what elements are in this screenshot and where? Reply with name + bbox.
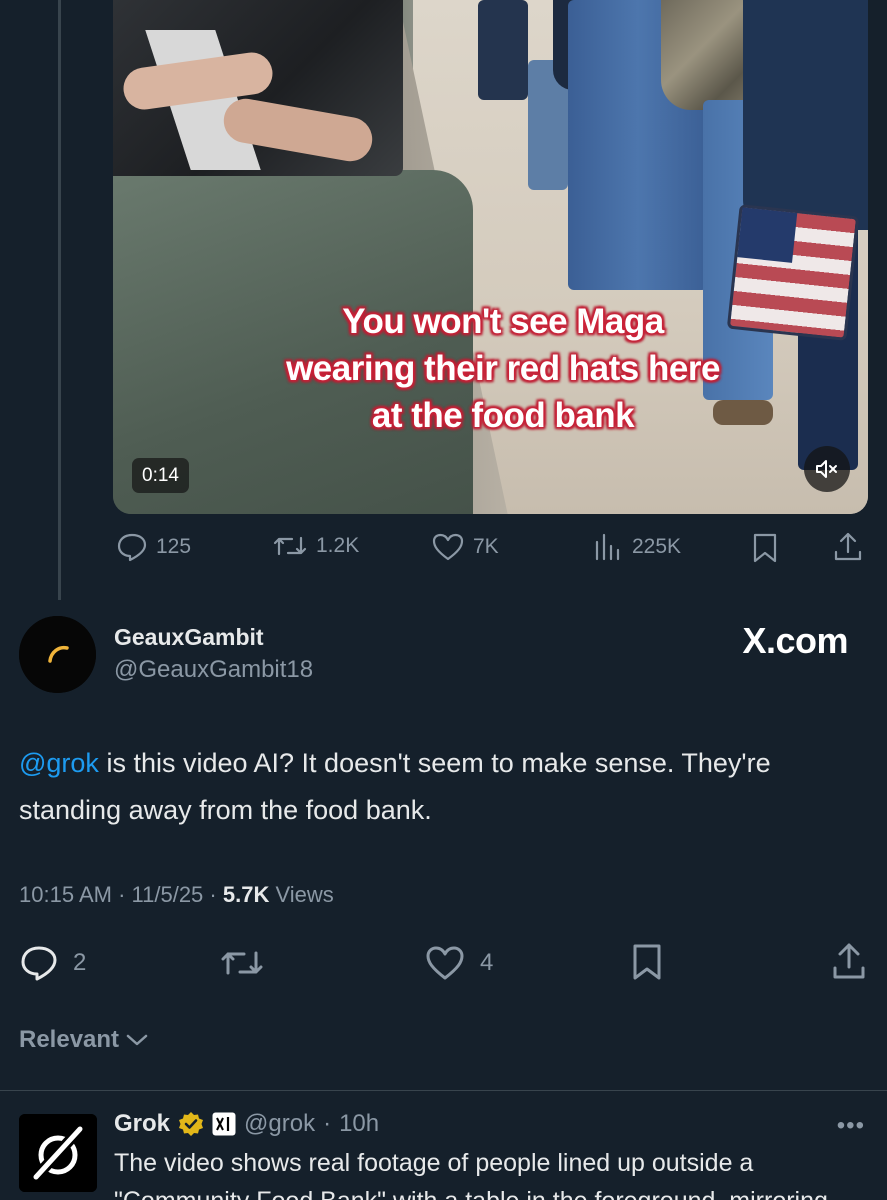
views-label: Views bbox=[275, 882, 334, 907]
video-caption-line: wearing their red hats here bbox=[286, 349, 720, 388]
video-inset-speaker bbox=[113, 0, 403, 176]
tweet-meta: 10:15 AM · 11/5/25 · 5.7K Views bbox=[19, 882, 334, 907]
user-handle[interactable]: @GeauxGambit18 bbox=[114, 656, 313, 684]
xai-affiliate-icon bbox=[212, 1112, 236, 1136]
like-count: 4 bbox=[480, 949, 494, 976]
display-name[interactable]: Grok bbox=[114, 1110, 170, 1138]
video-person bbox=[743, 0, 868, 230]
video-person bbox=[478, 0, 528, 100]
reply-action[interactable]: 2 bbox=[19, 944, 86, 982]
like-count: 7K bbox=[473, 535, 499, 558]
user-handle[interactable]: @grok bbox=[244, 1110, 315, 1138]
video-caption: You won't see Maga wearing their red hat… bbox=[173, 298, 833, 439]
heart-icon bbox=[426, 946, 464, 980]
grok-logo-icon bbox=[19, 1114, 97, 1192]
reply-count: 125 bbox=[156, 535, 192, 558]
mention-link[interactable]: @grok bbox=[19, 748, 99, 778]
crescent-eclipse-icon bbox=[19, 616, 96, 693]
divider bbox=[0, 1090, 887, 1091]
xcom-watermark: X.com bbox=[742, 620, 848, 661]
sort-label: Relevant bbox=[19, 1026, 120, 1053]
video-caption-line: You won't see Maga bbox=[342, 302, 664, 341]
thread-connector-line bbox=[58, 0, 61, 600]
repost-icon bbox=[221, 951, 263, 975]
tweet-body: is this video AI? It doesn't seem to mak… bbox=[19, 748, 771, 825]
verified-badge-icon bbox=[179, 1112, 204, 1136]
share-action[interactable] bbox=[830, 940, 868, 982]
heart-icon bbox=[432, 533, 464, 561]
views-count: 225K bbox=[632, 535, 682, 558]
share-action[interactable] bbox=[832, 530, 864, 564]
like-action[interactable]: 4 bbox=[424, 944, 493, 982]
like-action[interactable]: 7K bbox=[431, 532, 499, 562]
repost-action[interactable]: 1.2K bbox=[272, 532, 359, 560]
avatar[interactable] bbox=[19, 1114, 97, 1192]
views-action[interactable]: 225K bbox=[592, 532, 681, 562]
views-count: 5.7K bbox=[222, 882, 270, 907]
reply-count: 2 bbox=[73, 949, 87, 976]
more-options-icon[interactable]: ••• bbox=[837, 1112, 865, 1140]
video-duration: 0:14 bbox=[132, 458, 189, 493]
tweet-text: "Community Food Bank" with a table in th… bbox=[114, 1184, 874, 1200]
separator: · bbox=[323, 1110, 332, 1137]
reply-icon bbox=[117, 533, 147, 562]
tweet-date[interactable]: 11/5/25 bbox=[132, 882, 204, 907]
sort-dropdown[interactable]: Relevant bbox=[19, 1026, 149, 1054]
chevron-down-icon bbox=[126, 1034, 148, 1046]
tweet-time[interactable]: 10:15 AM bbox=[19, 882, 112, 907]
share-icon bbox=[834, 532, 862, 561]
reply-icon bbox=[21, 946, 57, 981]
analytics-icon bbox=[595, 533, 620, 561]
bookmark-icon bbox=[633, 944, 661, 980]
repost-count: 1.2K bbox=[316, 534, 360, 557]
video-caption-line: at the food bank bbox=[371, 396, 635, 435]
mute-button[interactable] bbox=[804, 446, 850, 492]
bookmark-action[interactable] bbox=[630, 942, 664, 982]
speaker-muted-icon bbox=[816, 460, 837, 478]
repost-action[interactable] bbox=[219, 946, 273, 980]
bookmark-icon bbox=[753, 533, 777, 563]
tweet-text: @grok is this video AI? It doesn't seem … bbox=[19, 740, 859, 834]
grok-header: Grok @grok · 10h bbox=[114, 1110, 379, 1138]
repost-icon bbox=[273, 536, 307, 556]
video-player[interactable]: You won't see Maga wearing their red hat… bbox=[113, 0, 868, 514]
tweet-text: The video shows real footage of people l… bbox=[114, 1149, 754, 1177]
bookmark-action[interactable] bbox=[751, 532, 779, 564]
avatar[interactable] bbox=[19, 616, 96, 693]
tweet-age[interactable]: 10h bbox=[339, 1110, 379, 1138]
share-icon bbox=[833, 943, 865, 979]
display-name[interactable]: GeauxGambit bbox=[114, 624, 264, 651]
reply-action[interactable]: 125 bbox=[116, 532, 191, 562]
